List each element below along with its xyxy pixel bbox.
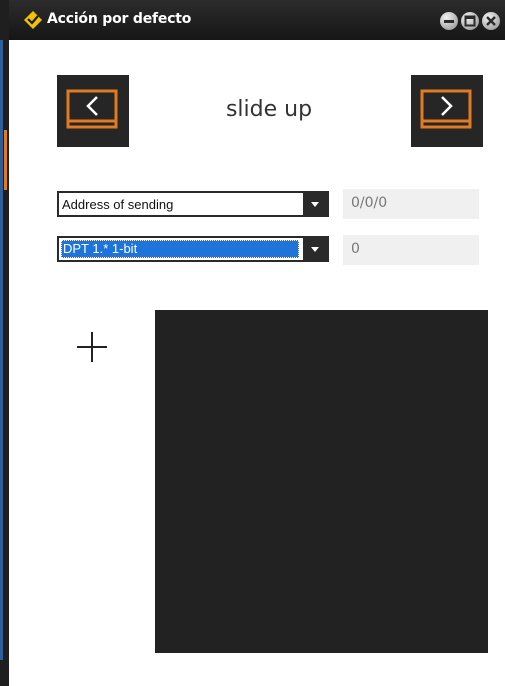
- dialog-window: Acción por defecto slide up Address of s…: [9, 0, 505, 686]
- chevron-down-icon: [311, 247, 319, 252]
- app-logo-icon: [23, 10, 43, 30]
- background-accent-orange: [4, 130, 7, 190]
- chevron-down-icon: [311, 202, 319, 207]
- next-button[interactable]: [411, 75, 483, 147]
- dpt-select[interactable]: DPT 1.* 1-bit: [57, 236, 329, 262]
- address-select-value: Address of sending: [62, 197, 174, 212]
- dpt-select-value: DPT 1.* 1-bit: [63, 241, 138, 256]
- background-accent-blue: [0, 40, 3, 660]
- mode-title: slide up: [225, 97, 313, 122]
- title-bar[interactable]: Acción por defecto: [9, 0, 505, 40]
- address-select[interactable]: Address of sending: [57, 191, 329, 217]
- add-button[interactable]: [75, 330, 109, 364]
- background-window-edge: [0, 0, 9, 686]
- address-dropdown-arrow[interactable]: [303, 193, 327, 215]
- window-title: Acción por defecto: [47, 11, 192, 27]
- close-icon[interactable]: [482, 12, 500, 30]
- previous-button[interactable]: [57, 75, 129, 147]
- chevron-right-icon: [420, 89, 472, 129]
- dpt-dropdown-arrow[interactable]: [303, 238, 327, 260]
- maximize-icon[interactable]: [461, 12, 479, 30]
- chevron-left-icon: [66, 89, 118, 129]
- address-value: 0/0/0: [343, 189, 479, 219]
- dpt-value: 0: [343, 235, 479, 265]
- preview-panel: [155, 310, 488, 653]
- minimize-icon[interactable]: [440, 12, 458, 30]
